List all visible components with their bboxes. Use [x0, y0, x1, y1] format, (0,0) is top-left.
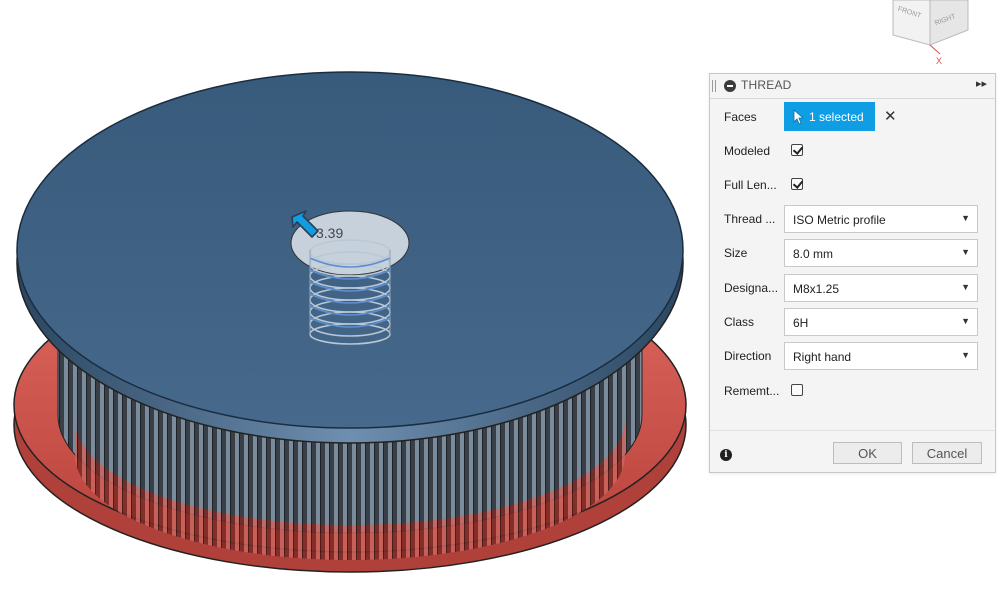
- dialog-header[interactable]: THREAD ▸▸: [710, 74, 995, 99]
- x-axis-label: X: [936, 56, 942, 66]
- grip-icon[interactable]: [712, 80, 716, 92]
- dropdown-arrow-icon: ▼: [961, 350, 970, 360]
- faces-label: Faces: [724, 110, 757, 124]
- dropdown-arrow-icon: ▼: [961, 213, 970, 223]
- size-select[interactable]: 8.0 mm ▼: [784, 239, 978, 267]
- modeled-row: Modeled: [710, 136, 995, 168]
- dialog-title: THREAD: [741, 78, 792, 92]
- thread-type-label: Thread ...: [724, 212, 776, 226]
- thread-type-row: Thread ... ISO Metric profile ▼: [710, 204, 995, 236]
- size-value: 8.0 mm: [793, 247, 834, 261]
- cursor-icon: [793, 109, 805, 125]
- direction-row: Direction Right hand ▼: [710, 341, 995, 373]
- full-length-label: Full Len...: [724, 178, 777, 192]
- x-axis-line: [929, 44, 941, 55]
- remember-checkbox[interactable]: [791, 384, 803, 396]
- designation-value: M8x1.25: [793, 282, 840, 296]
- dropdown-arrow-icon: ▼: [961, 316, 970, 326]
- dropdown-arrow-icon: ▼: [961, 282, 970, 292]
- full-length-row: Full Len...: [710, 170, 995, 202]
- viewcube[interactable]: FRONT RIGHT X: [892, 0, 969, 66]
- pulley-model[interactable]: [13, 71, 687, 573]
- direction-select[interactable]: Right hand ▼: [784, 342, 978, 370]
- collapse-icon[interactable]: [724, 80, 736, 92]
- dimension-label: 3.39: [316, 225, 343, 241]
- clear-selection-icon[interactable]: ✕: [884, 107, 897, 125]
- thread-type-value: ISO Metric profile: [793, 213, 886, 227]
- remember-label: Rememt...: [724, 384, 780, 398]
- thread-type-select[interactable]: ISO Metric profile ▼: [784, 205, 978, 233]
- size-row: Size 8.0 mm ▼: [710, 238, 995, 270]
- class-label: Class: [724, 315, 755, 329]
- checkmark-icon: [792, 178, 804, 189]
- direction-label: Direction: [724, 349, 772, 363]
- class-select[interactable]: 6H ▼: [784, 308, 978, 336]
- designation-label: Designa...: [724, 281, 779, 295]
- full-length-checkbox[interactable]: [791, 178, 804, 190]
- designation-row: Designa... M8x1.25 ▼: [710, 273, 995, 305]
- dialog-footer: i OK Cancel: [710, 430, 995, 474]
- class-row: Class 6H ▼: [710, 307, 995, 339]
- faces-selection-button[interactable]: 1 selected: [784, 102, 875, 131]
- checkmark-icon: [792, 144, 804, 155]
- expand-icon[interactable]: ▸▸: [976, 77, 987, 90]
- remember-row: Rememt...: [710, 376, 995, 408]
- size-label: Size: [724, 246, 748, 260]
- designation-select[interactable]: M8x1.25 ▼: [784, 274, 978, 302]
- dropdown-arrow-icon: ▼: [961, 247, 970, 257]
- faces-row: Faces 1 selected ✕: [710, 102, 995, 134]
- modeled-label: Modeled: [724, 144, 771, 158]
- faces-selection-label: 1 selected: [809, 110, 864, 124]
- modeled-checkbox[interactable]: [791, 144, 804, 156]
- info-icon[interactable]: i: [720, 449, 732, 461]
- class-value: 6H: [793, 316, 809, 330]
- ok-button[interactable]: OK: [833, 442, 902, 464]
- cancel-button[interactable]: Cancel: [912, 442, 982, 464]
- direction-value: Right hand: [793, 350, 852, 364]
- thread-dialog: THREAD ▸▸ Faces 1 selected ✕ Modeled Ful…: [709, 73, 996, 473]
